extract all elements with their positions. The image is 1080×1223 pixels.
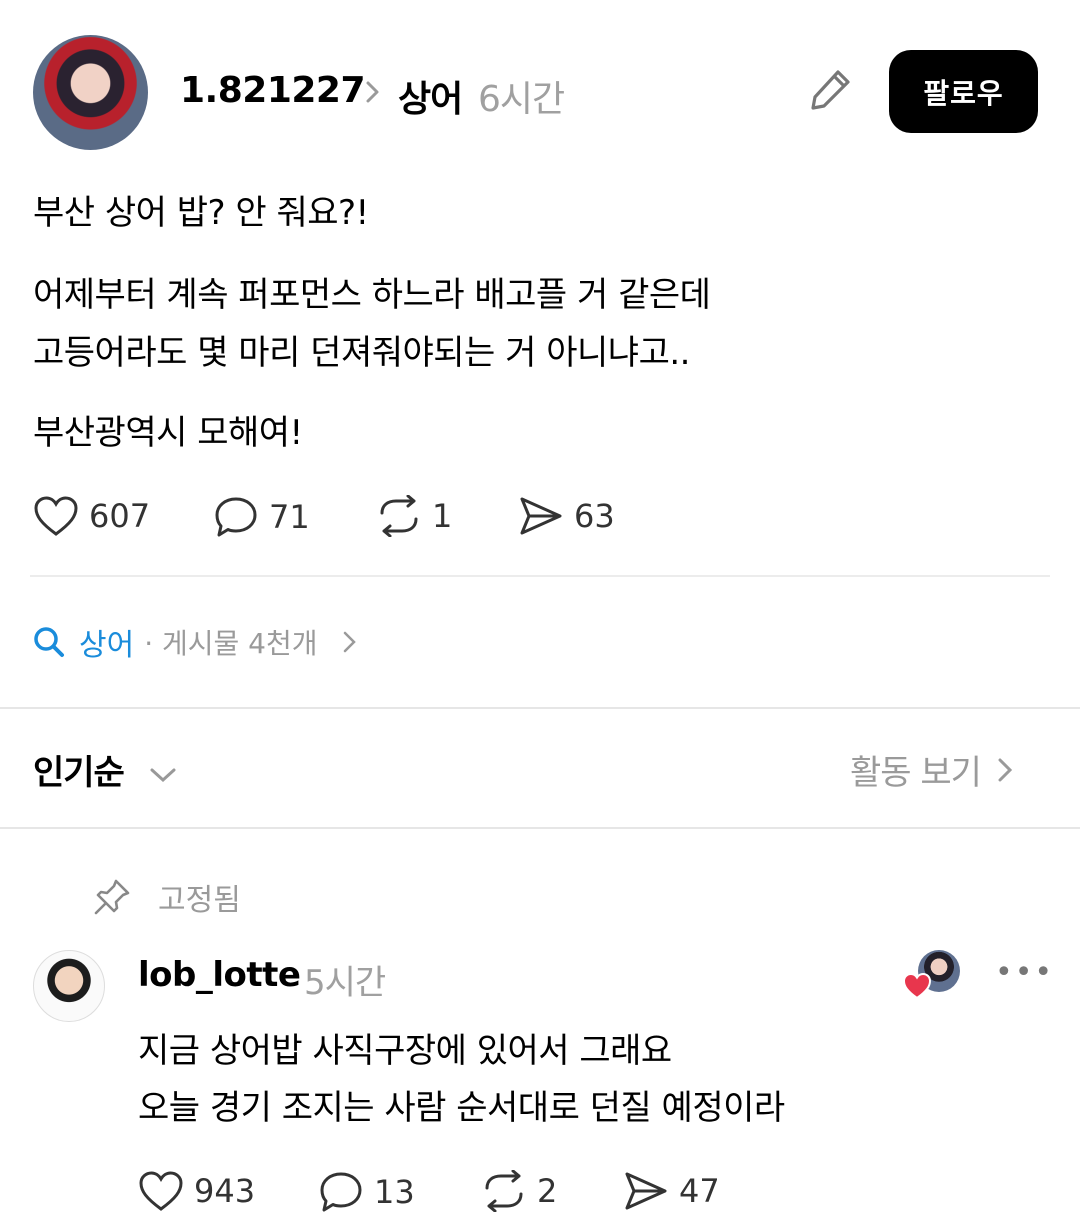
section-divider bbox=[0, 707, 1080, 709]
heart-icon bbox=[139, 1171, 183, 1211]
comment-icon bbox=[320, 1172, 362, 1212]
post-text-line: 고등어라도 몇 마리 던져줘야되는 거 아니냐고.. bbox=[33, 333, 690, 373]
share-button[interactable]: 63 bbox=[518, 495, 615, 537]
commenter-username[interactable]: lob_lotte bbox=[138, 955, 301, 995]
comment-reply-button[interactable]: 13 bbox=[318, 1170, 415, 1214]
post-text-line: 부산광역시 모해여! bbox=[33, 413, 303, 453]
comment-count: 71 bbox=[269, 498, 310, 536]
share-icon bbox=[520, 497, 562, 535]
repost-icon bbox=[485, 1170, 523, 1212]
comment-share-button[interactable]: 47 bbox=[623, 1170, 720, 1212]
author-username[interactable]: 1.821227 bbox=[180, 70, 366, 111]
pinned-label: 고정됨 bbox=[158, 883, 241, 918]
heart-icon bbox=[34, 496, 78, 536]
comment-button[interactable]: 71 bbox=[213, 495, 310, 539]
like-count: 607 bbox=[89, 497, 151, 535]
pinned-indicator: 고정됨 bbox=[92, 875, 241, 919]
more-options-button[interactable]: ••• bbox=[995, 955, 1054, 990]
topic-link-label[interactable]: 상어 bbox=[79, 620, 134, 664]
share-count: 63 bbox=[574, 497, 615, 535]
comment-text-line: 오늘 경기 조지는 사람 순서대로 던질 예정이라 bbox=[138, 1088, 785, 1128]
comment-like-count: 943 bbox=[194, 1172, 256, 1210]
chevron-right-icon bbox=[343, 631, 356, 653]
repost-count: 1 bbox=[432, 497, 453, 535]
repost-icon bbox=[380, 495, 418, 537]
follow-button[interactable]: 팔로우 bbox=[889, 50, 1038, 133]
comment-repost-button[interactable]: 2 bbox=[481, 1170, 557, 1212]
comment-repost-count: 2 bbox=[537, 1172, 558, 1210]
heart-icon bbox=[902, 972, 932, 1000]
share-icon bbox=[625, 1172, 667, 1210]
post-text-line: 어제부터 계속 퍼포먼스 하느라 배고플 거 같은데 bbox=[33, 275, 711, 315]
topic-link-row[interactable]: 상어 · 게시물 4천개 bbox=[33, 620, 360, 664]
topic-post-count: · 게시물 4천개 bbox=[144, 627, 318, 660]
pin-icon bbox=[94, 879, 130, 915]
divider bbox=[30, 575, 1050, 577]
chevron-right-icon bbox=[366, 81, 379, 103]
comment-time: 5시간 bbox=[304, 963, 386, 1003]
post-time: 6시간 bbox=[478, 79, 565, 120]
comment-like-button[interactable]: 943 bbox=[138, 1170, 255, 1212]
comment-reply-count: 13 bbox=[374, 1173, 415, 1211]
post-topic[interactable]: 상어 bbox=[398, 70, 463, 122]
author-avatar[interactable] bbox=[33, 35, 148, 150]
commenter-avatar[interactable] bbox=[33, 950, 105, 1022]
comment-icon bbox=[215, 497, 257, 537]
sort-dropdown[interactable]: 인기순 bbox=[33, 745, 177, 794]
like-button[interactable]: 607 bbox=[33, 495, 150, 537]
view-activity-link[interactable]: 활동 보기 bbox=[850, 745, 1015, 794]
comment-text-line: 지금 상어밥 사직구장에 있어서 그래요 bbox=[138, 1031, 672, 1071]
search-icon bbox=[34, 627, 64, 657]
post-text-line: 부산 상어 밥? 안 줘요?! bbox=[33, 193, 369, 233]
chevron-right-icon bbox=[998, 758, 1013, 781]
sort-label: 인기순 bbox=[33, 753, 125, 793]
section-divider bbox=[0, 827, 1080, 829]
view-activity-label: 활동 보기 bbox=[850, 753, 982, 793]
comment-share-count: 47 bbox=[679, 1172, 720, 1210]
pencil-icon[interactable] bbox=[808, 66, 854, 112]
repost-button[interactable]: 1 bbox=[376, 495, 452, 537]
chevron-down-icon bbox=[150, 768, 176, 782]
